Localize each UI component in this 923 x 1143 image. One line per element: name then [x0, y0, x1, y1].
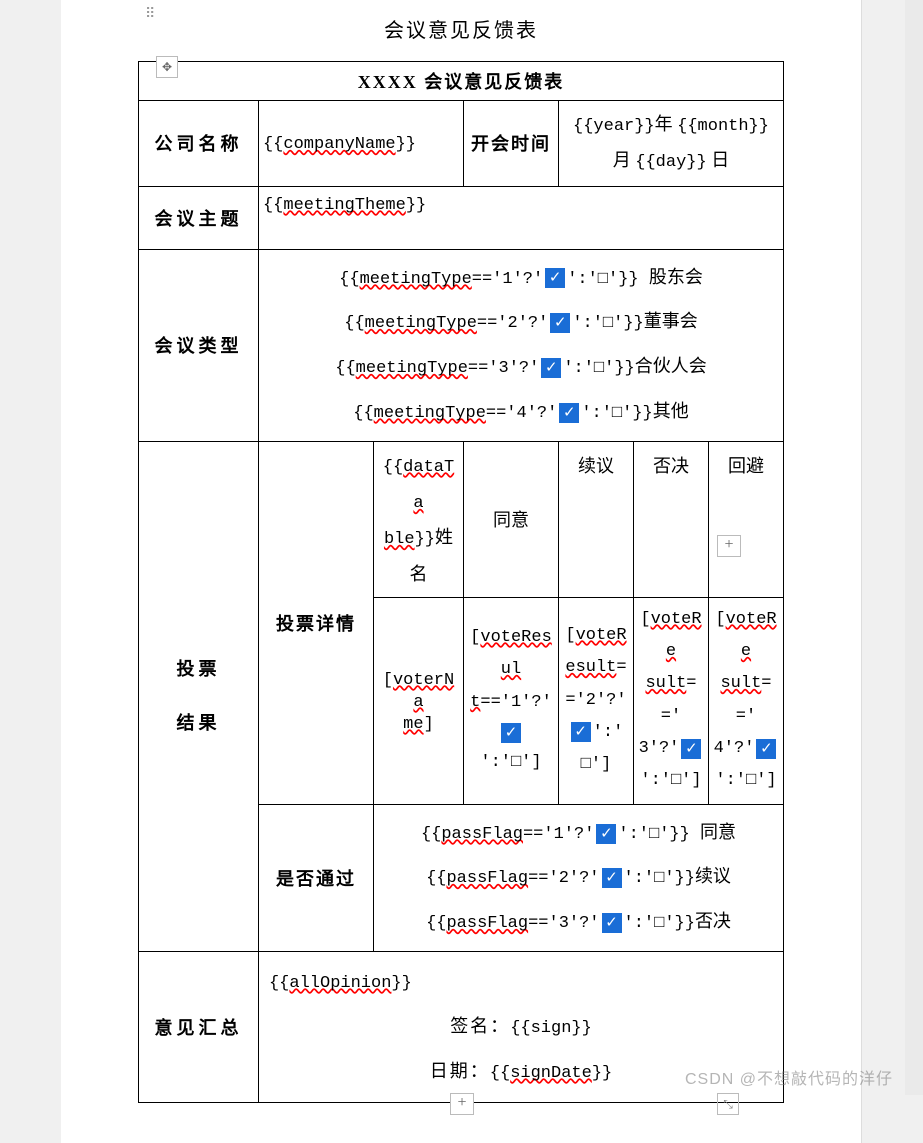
checkbox-icon: ✓	[550, 313, 570, 333]
name-col-header: {{dataTable}}姓名	[373, 441, 463, 597]
right-gutter	[905, 0, 923, 1095]
theme-label: 会议主题	[138, 186, 258, 249]
checkbox-icon: ✓	[501, 723, 521, 743]
col-abstain: 回避	[708, 441, 783, 597]
checkbox-icon: ✓	[545, 268, 565, 288]
checkbox-icon: ✓	[596, 824, 616, 844]
checkbox-icon: ✓	[756, 739, 776, 759]
month-suffix: 月	[613, 150, 631, 170]
vote-result-1: [voteResult=='1'?'✓':'□']	[463, 597, 558, 804]
theme-value: {{meetingTheme}}	[258, 186, 783, 249]
table-header: XXXX 会议意见反馈表	[138, 62, 783, 101]
col-agree: 同意	[463, 441, 558, 597]
watermark-text: CSDN @不想敲代码的洋仔	[685, 1065, 893, 1089]
time-value: {{year}}年 {{month}} 月 {{day}} 日	[558, 101, 783, 187]
company-label: 公司名称	[138, 101, 258, 187]
type-values: {{meetingType=='1'?'✓':'□'}} 股东会 {{meeti…	[258, 249, 783, 441]
add-column-button[interactable]: +	[717, 535, 741, 557]
feedback-table: XXXX 会议意见反馈表 公司名称 {{companyName}} 开会时间 {…	[138, 61, 784, 1103]
date-label: 日期：	[430, 1050, 490, 1093]
vote-result-2: [voteResult=='2'?'✓':'□']	[558, 597, 633, 804]
checkbox-icon: ✓	[602, 913, 622, 933]
vote-label-2: 结果	[176, 713, 220, 733]
day-suffix: 日	[711, 150, 729, 170]
vote-result-4: [voteResult=='4'?'✓':'□']	[708, 597, 783, 804]
checkbox-icon: ✓	[602, 868, 622, 888]
col-reject: 否决	[633, 441, 708, 597]
vote-label-1: 投票	[176, 659, 220, 679]
document-title: 会议意见反馈表	[61, 14, 861, 43]
document-page: ⠿ 会议意见反馈表 ✥ XXXX 会议意见反馈表 公司名称 {{companyN…	[61, 0, 862, 1143]
pass-values: {{passFlag=='1'?'✓':'□'}} 同意 {{passFlag=…	[373, 804, 783, 951]
opinion-label: 意见汇总	[138, 952, 258, 1103]
move-anchor-icon[interactable]: ✥	[156, 56, 178, 78]
vote-detail-label: 投票详情	[258, 441, 373, 804]
pass-label: 是否通过	[258, 804, 373, 951]
vote-result-label: 投票 结果	[138, 441, 258, 951]
checkbox-icon: ✓	[541, 358, 561, 378]
vote-result-3: [voteResult=='3'?'✓':'□']	[633, 597, 708, 804]
checkbox-icon: ✓	[571, 722, 591, 742]
time-label: 开会时间	[463, 101, 558, 187]
year-suffix: 年	[655, 114, 673, 134]
resize-handle-icon[interactable]: ⤡	[717, 1093, 739, 1115]
drag-dots-icon[interactable]: ⠿	[145, 6, 157, 23]
sign-label: 签名：	[450, 1005, 510, 1048]
checkbox-icon: ✓	[559, 403, 579, 423]
checkbox-icon: ✓	[681, 739, 701, 759]
company-value: {{companyName}}	[258, 101, 463, 187]
voter-name-cell: [voterName]	[373, 597, 463, 804]
add-row-button[interactable]: +	[450, 1093, 474, 1115]
col-continue: 续议	[558, 441, 633, 597]
type-label: 会议类型	[138, 249, 258, 441]
